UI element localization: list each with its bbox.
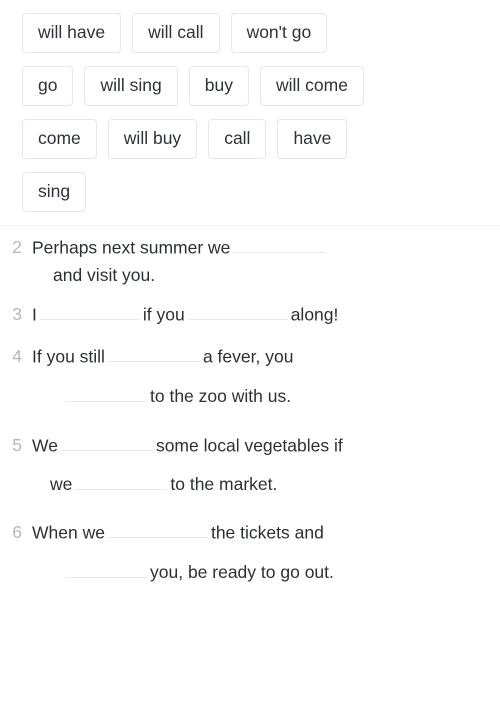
answer-blank[interactable] bbox=[187, 301, 288, 320]
question-item: 2 Perhaps next summer we and visit you. bbox=[0, 234, 500, 286]
question-line: you, be ready to go out. bbox=[0, 558, 486, 582]
question-list: 2 Perhaps next summer we and visit you. … bbox=[0, 234, 500, 583]
word-chip[interactable]: will buy bbox=[107, 119, 198, 159]
question-line: and visit you. bbox=[0, 265, 486, 286]
question-item: 5 We some local vegetables if we to the ma… bbox=[0, 432, 500, 495]
question-text: We bbox=[32, 435, 58, 456]
word-bank-row: come will buy call have bbox=[0, 119, 500, 159]
question-number: 2 bbox=[12, 237, 22, 258]
question-line: 4 If you still a fever, you bbox=[0, 343, 486, 369]
question-number: 3 bbox=[12, 303, 22, 324]
word-chip[interactable]: will have bbox=[22, 13, 122, 53]
word-bank: will have will call won't go go will sin… bbox=[0, 0, 500, 212]
question-text: if you bbox=[142, 303, 185, 324]
question-number: 6 bbox=[12, 522, 22, 543]
word-chip[interactable]: buy bbox=[188, 66, 249, 106]
question-line: 6 When we the tickets and bbox=[0, 519, 486, 545]
word-bank-row: go will sing buy will come bbox=[0, 66, 500, 106]
word-chip[interactable]: sing bbox=[22, 172, 87, 212]
question-text: a fever, you bbox=[202, 346, 294, 367]
question-number: 4 bbox=[12, 346, 22, 367]
word-chip[interactable]: go bbox=[22, 66, 74, 106]
word-bank-row: sing bbox=[0, 172, 500, 212]
word-chip[interactable]: call bbox=[208, 119, 267, 159]
question-text: When we bbox=[32, 522, 105, 543]
question-text: you, be ready to go out. bbox=[150, 561, 334, 582]
answer-blank[interactable] bbox=[75, 470, 168, 490]
question-number: 5 bbox=[12, 435, 22, 456]
section-divider bbox=[0, 225, 500, 226]
question-line: we to the market. bbox=[0, 470, 486, 494]
answer-blank[interactable] bbox=[107, 519, 208, 539]
question-text: Perhaps next summer we bbox=[32, 237, 231, 258]
question-body: Perhaps next summer we bbox=[32, 234, 328, 260]
question-item: 4 If you still a fever, you to the zoo wi… bbox=[0, 343, 500, 407]
answer-blank[interactable] bbox=[65, 558, 147, 578]
question-text: along! bbox=[290, 303, 339, 324]
word-chip[interactable]: come bbox=[22, 119, 97, 159]
answer-blank[interactable] bbox=[107, 343, 200, 363]
answer-blank[interactable] bbox=[233, 234, 326, 254]
question-text: and visit you. bbox=[53, 264, 156, 285]
question-body: If you still a fever, you bbox=[32, 343, 293, 369]
worksheet-page: will have will call won't go go will sin… bbox=[0, 0, 500, 717]
question-text: we bbox=[50, 473, 73, 494]
question-body: Iif you along! bbox=[32, 301, 338, 327]
word-chip[interactable]: won't go bbox=[230, 13, 328, 53]
question-text: If you still bbox=[32, 346, 105, 367]
question-text: to the zoo with us. bbox=[150, 385, 292, 406]
word-bank-row: will have will call won't go bbox=[0, 13, 500, 53]
answer-blank[interactable] bbox=[65, 383, 147, 402]
question-text: to the market. bbox=[170, 473, 278, 494]
question-item: 6 When we the tickets and you, be ready t… bbox=[0, 519, 500, 583]
word-chip[interactable]: will sing bbox=[84, 66, 178, 106]
question-item: 3 Iif you along! bbox=[0, 301, 500, 327]
question-line: 3 Iif you along! bbox=[0, 301, 486, 327]
answer-blank[interactable] bbox=[39, 301, 140, 320]
question-body: We some local vegetables if bbox=[32, 432, 343, 458]
question-text: some local vegetables if bbox=[155, 435, 343, 456]
question-line: 2 Perhaps next summer we bbox=[0, 234, 486, 260]
question-body: When we the tickets and bbox=[32, 519, 324, 545]
word-chip[interactable]: will call bbox=[132, 13, 220, 53]
question-line: to the zoo with us. bbox=[0, 383, 486, 407]
answer-blank[interactable] bbox=[60, 432, 153, 452]
word-chip[interactable]: will come bbox=[259, 66, 364, 106]
word-chip[interactable]: have bbox=[277, 119, 348, 159]
question-text: the tickets and bbox=[210, 522, 324, 543]
question-line: 5 We some local vegetables if bbox=[0, 432, 486, 458]
question-text: I bbox=[32, 303, 37, 324]
